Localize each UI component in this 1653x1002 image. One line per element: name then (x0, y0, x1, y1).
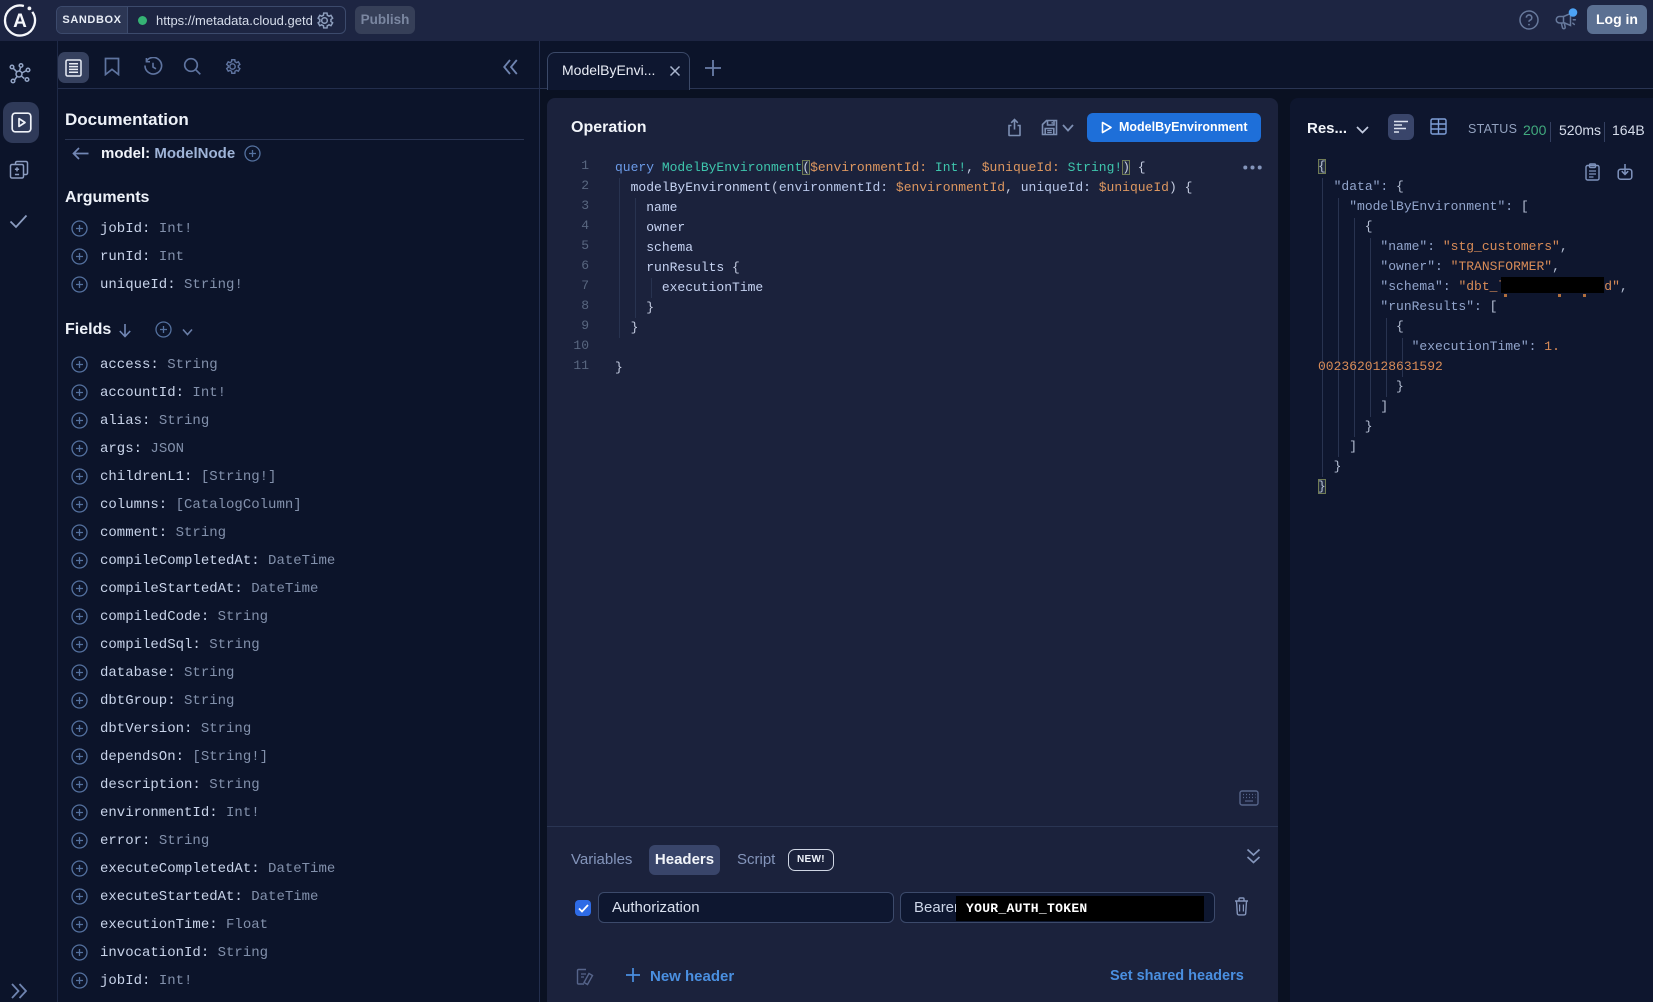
svg-text:A: A (13, 11, 27, 32)
